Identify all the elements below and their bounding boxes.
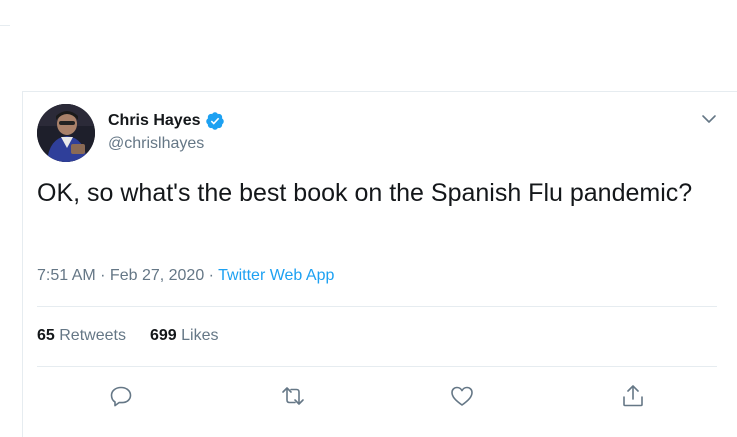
tweet-date[interactable]: Feb 27, 2020 (110, 267, 204, 284)
reply-button[interactable] (108, 383, 134, 409)
retweet-button[interactable] (280, 383, 306, 409)
tweet-source-link[interactable]: Twitter Web App (218, 267, 334, 284)
heart-icon (451, 386, 473, 406)
tweet-page: Chris Hayes @chrislhayes OK, so what's t… (0, 0, 737, 437)
likes-count: 699 (149, 327, 177, 344)
verified-badge-icon (205, 111, 225, 131)
reply-icon (110, 386, 132, 407)
top-edge-mark (0, 25, 10, 26)
likes-stat[interactable]: 699 Likes (150, 326, 219, 346)
tweet-text: OK, so what's the best book on the Spani… (37, 179, 693, 207)
like-button[interactable] (449, 383, 475, 409)
avatar-image (37, 104, 95, 162)
left-border (22, 91, 23, 437)
divider (37, 366, 717, 367)
top-divider (22, 91, 737, 92)
tweet-time[interactable]: 7:51 AM (37, 267, 96, 284)
username-handle[interactable]: @chrislhayes (108, 134, 204, 154)
avatar[interactable] (37, 104, 95, 162)
retweets-count: 65 (37, 327, 55, 344)
meta-separator: · (95, 267, 110, 284)
author-name-row[interactable]: Chris Hayes (108, 110, 225, 132)
retweets-label: Retweets (59, 327, 126, 344)
engagement-stats: 65 Retweets 699 Likes (37, 326, 242, 346)
share-icon (623, 385, 643, 407)
display-name[interactable]: Chris Hayes (108, 110, 201, 132)
meta-separator: · (204, 267, 219, 284)
retweets-stat[interactable]: 65 Retweets (37, 326, 126, 346)
likes-label: Likes (181, 327, 219, 344)
divider (37, 306, 717, 307)
share-button[interactable] (620, 383, 646, 409)
retweet-icon (282, 387, 304, 405)
chevron-down-icon[interactable] (698, 108, 720, 130)
tweet-meta: 7:51 AM · Feb 27, 2020 · Twitter Web App (37, 266, 334, 286)
